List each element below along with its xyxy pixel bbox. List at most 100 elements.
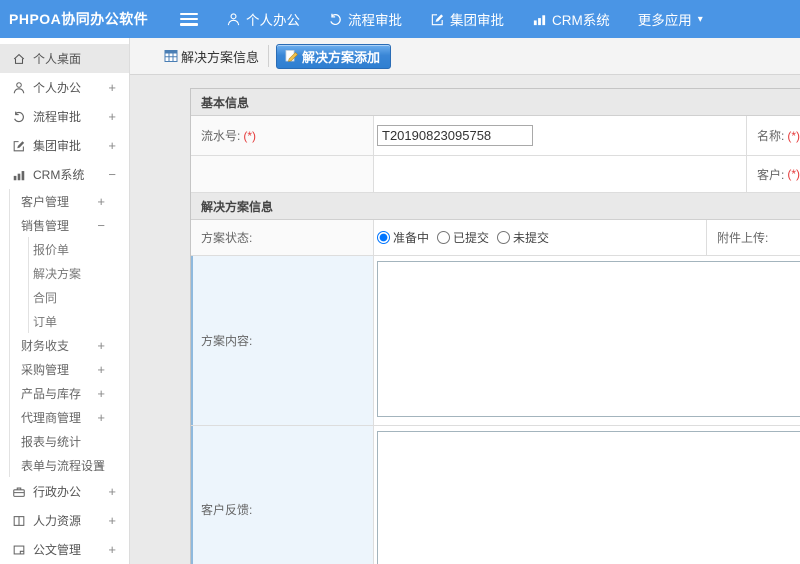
sidebar-item-hr[interactable]: 人力资源 + [0,506,129,535]
required-mark: (*) [787,167,800,181]
add-solution-button[interactable]: 解决方案添加 [276,43,392,69]
nav-personal-office[interactable]: 个人办公 [226,9,300,29]
person-icon [226,12,241,27]
radio-option-preparing[interactable]: 准备中 [377,229,429,246]
collapse-toggle[interactable]: − [108,167,116,182]
tab-bar: 解决方案信息 解决方案添加 [130,38,800,75]
sidebar-item-sales-mgmt[interactable]: 销售管理 − [0,213,129,237]
sidebar-item-customer-mgmt[interactable]: 客户管理 + [0,189,129,213]
empty-label-cell [191,156,374,192]
nav-label: 更多应用 [637,13,692,28]
sidebar: 个人桌面 个人办公 + 流程审批 + 集团审批 + CRM系统 − 客户管理 +… [0,38,130,564]
sidebar-item-personal-office[interactable]: 个人办公 + [0,73,129,102]
section-header-basic-info: 基本信息 [191,89,800,116]
expand-toggle[interactable]: + [108,484,116,499]
sidebar-item-agent-mgmt[interactable]: 代理商管理 + [0,405,129,429]
empty-cell [374,156,746,192]
solution-form: 基本信息 流水号: (*) 名称: (*) 客户: [190,88,800,564]
radio-preparing[interactable] [377,231,390,244]
edit-square-icon [12,139,26,153]
app-logo: PHPOA协同办公软件 [9,11,149,27]
name-label-cell: 名称: (*) [746,116,800,155]
nav-more-apps[interactable]: 更多应用 ▾ [638,9,703,29]
radio-option-not-submitted[interactable]: 未提交 [497,229,549,246]
hamburger-menu-icon[interactable] [180,12,198,26]
solution-content-textarea[interactable] [377,261,800,417]
sidebar-item-contract[interactable]: 合同 [0,285,129,309]
sidebar-item-document-mgmt[interactable]: 公文管理 + [0,535,129,564]
edit-square-icon [430,12,445,27]
tab-divider [268,45,270,67]
expand-toggle[interactable]: + [108,80,116,95]
collapse-toggle[interactable]: − [97,218,105,233]
sidebar-item-reports[interactable]: 报表与统计 [0,429,129,453]
expand-toggle[interactable]: + [97,338,105,353]
app-window: PHPOA协同办公软件 个人办公 流程审批 集团审批 CRM系统 更多应用 ▾ … [0,0,800,564]
customer-feedback-textarea[interactable] [377,431,800,564]
bar-chart-icon [532,12,547,27]
required-mark: (*) [243,128,257,143]
table-grid-icon [164,49,178,63]
form-row-content: 方案内容: [191,256,800,426]
form-row-status: 方案状态: 准备中 已提交 未提交 附件上传: [191,220,800,256]
sidebar-item-solution[interactable]: 解决方案 [0,261,129,285]
nav-label: 流程审批 [348,13,402,28]
serial-label: 流水号: [201,129,241,143]
radio-option-submitted[interactable]: 已提交 [437,229,489,246]
sidebar-item-group-approval[interactable]: 集团审批 + [0,131,129,160]
serial-number-input[interactable] [377,125,533,146]
nav-group-approval[interactable]: 集团审批 [430,9,504,29]
home-icon [12,52,26,66]
expand-toggle[interactable]: + [97,386,105,401]
document-icon [12,543,26,557]
section-header-solution-info: 解决方案信息 [191,193,800,220]
expand-toggle[interactable]: + [108,542,116,557]
radio-submitted[interactable] [437,231,451,244]
radio-not-submitted[interactable] [497,231,511,244]
sidebar-item-finance[interactable]: 财务收支 + [0,333,129,357]
nav-label: 个人办公 [246,13,300,28]
sidebar-item-admin-office[interactable]: 行政办公 + [0,477,129,506]
form-row-customer: 客户: (*) [191,156,800,193]
sidebar-item-order[interactable]: 订单 [0,309,129,333]
chevron-down-icon: ▾ [697,13,703,25]
tab-label: 解决方案信息 [181,49,260,65]
radio-label: 已提交 [453,231,490,245]
nav-label: 集团审批 [450,13,504,28]
status-label: 方案状态: [201,231,253,245]
nav-label: CRM系统 [552,13,610,28]
add-edit-icon [284,49,298,63]
required-mark: (*) [787,128,800,143]
briefcase-icon [12,485,26,499]
feedback-label: 客户反馈: [201,502,253,517]
nav-workflow-approval[interactable]: 流程审批 [328,9,402,29]
serial-input-cell [374,116,746,155]
form-row-serial: 流水号: (*) 名称: (*) [191,116,800,156]
nav-crm-system[interactable]: CRM系统 [532,9,610,29]
sidebar-item-workflow-approval[interactable]: 流程审批 + [0,102,129,131]
expand-toggle[interactable]: + [108,138,116,153]
sidebar-item-quotation[interactable]: 报价单 [0,237,129,261]
form-row-feedback: 客户反馈: [191,426,800,564]
customer-label-cell: 客户: (*) [746,156,800,192]
sidebar-item-product-inventory[interactable]: 产品与库存 + [0,381,129,405]
expand-toggle[interactable]: + [97,362,105,377]
expand-toggle[interactable]: + [97,410,105,425]
sidebar-item-crm-system[interactable]: CRM系统 − [0,160,129,189]
name-label: 名称: [757,129,785,143]
expand-toggle[interactable]: + [108,513,116,528]
status-radio-group: 准备中 已提交 未提交 [374,220,706,255]
sidebar-item-personal-desktop[interactable]: 个人桌面 [0,44,129,73]
feedback-textarea-cell [374,426,800,564]
radio-label: 准备中 [393,231,430,245]
main-content: 解决方案信息 解决方案添加 基本信息 流水号: (*) T20190823095… [130,38,800,564]
sidebar-item-form-workflow-settings[interactable]: 表单与流程设置 + [0,453,129,477]
sidebar-item-purchase[interactable]: 采购管理 + [0,357,129,381]
content-textarea-cell [374,256,800,425]
tab-solution-info[interactable]: 解决方案信息 [164,47,259,66]
expand-toggle[interactable]: + [97,458,105,473]
expand-toggle[interactable]: + [108,109,116,124]
radio-label: 未提交 [513,231,550,245]
cycle-icon [12,110,26,124]
expand-toggle[interactable]: + [97,194,105,209]
